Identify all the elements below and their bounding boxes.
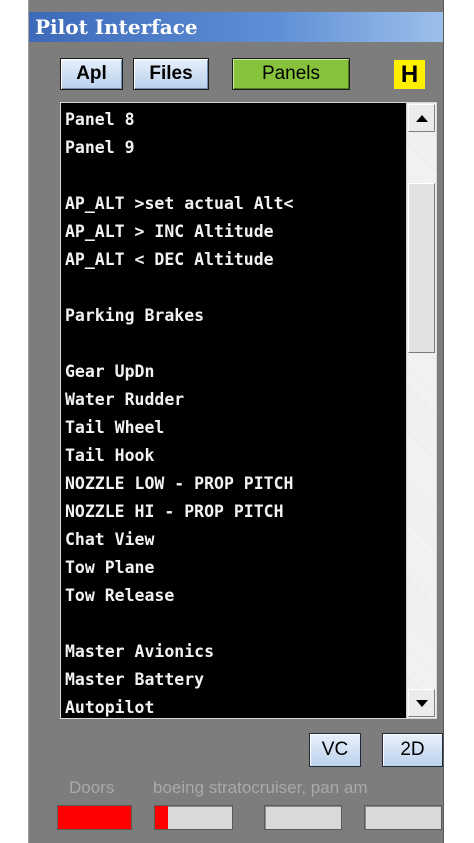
list-item[interactable]: AP_ALT < DEC Altitude xyxy=(61,246,407,274)
list-item[interactable]: Chat View xyxy=(61,526,407,554)
list-item[interactable]: Tail Wheel xyxy=(61,414,407,442)
list-item[interactable]: Tow Plane xyxy=(61,554,407,582)
list-item[interactable]: Parking Brakes xyxy=(61,302,407,330)
window-title: Pilot Interface xyxy=(29,12,443,42)
scroll-thumb[interactable] xyxy=(408,183,435,353)
scroll-up-button[interactable] xyxy=(408,104,435,132)
list-item[interactable]: Water Rudder xyxy=(61,386,407,414)
command-list-items: Panel 8 Panel 9 AP_ALT >set actual Alt< AP_… xyxy=(61,106,407,718)
doors-gauge[interactable] xyxy=(57,805,132,830)
gauge-2[interactable] xyxy=(264,805,342,830)
list-item[interactable]: AP_ALT >set actual Alt< xyxy=(61,190,407,218)
gauge-1[interactable] xyxy=(154,805,233,830)
list-item[interactable] xyxy=(61,330,407,358)
list-item[interactable] xyxy=(61,274,407,302)
gauge-3[interactable] xyxy=(364,805,442,830)
list-scrollbar[interactable] xyxy=(406,103,436,718)
apl-button[interactable]: Apl xyxy=(60,58,123,90)
files-button[interactable]: Files xyxy=(133,58,209,90)
doors-gauge-fill xyxy=(58,806,131,829)
list-item[interactable]: Tail Hook xyxy=(61,442,407,470)
list-item[interactable]: Tow Release xyxy=(61,582,407,610)
scroll-down-button[interactable] xyxy=(408,689,435,717)
2d-button[interactable]: 2D xyxy=(382,733,443,767)
panels-button[interactable]: Panels xyxy=(232,58,350,90)
aircraft-label: boeing stratocruiser, pan am xyxy=(153,778,368,797)
list-item[interactable]: Gear UpDn xyxy=(61,358,407,386)
scroll-up-arrow-icon xyxy=(415,114,428,122)
list-item[interactable] xyxy=(61,610,407,638)
list-item[interactable]: AP_ALT > INC Altitude xyxy=(61,218,407,246)
doors-label: Doors xyxy=(69,778,115,797)
list-item[interactable] xyxy=(61,162,407,190)
list-item[interactable]: Panel 8 xyxy=(61,106,407,134)
list-item[interactable]: NOZZLE LOW - PROP PITCH xyxy=(61,470,407,498)
vc-button[interactable]: VC xyxy=(309,733,361,767)
list-item[interactable]: Autopilot xyxy=(61,694,407,718)
h-badge[interactable]: H xyxy=(394,60,425,89)
scroll-down-arrow-icon xyxy=(415,699,428,707)
list-item[interactable]: Panel 9 xyxy=(61,134,407,162)
gauge-1-fill xyxy=(155,806,169,829)
list-item[interactable]: Master Battery xyxy=(61,666,407,694)
pilot-interface-window: Pilot Interface Apl Files Panels H Panel… xyxy=(28,0,444,843)
list-item[interactable]: NOZZLE HI - PROP PITCH xyxy=(61,498,407,526)
command-list[interactable]: Panel 8 Panel 9 AP_ALT >set actual Alt< AP_… xyxy=(60,102,437,719)
list-item[interactable]: Master Avionics xyxy=(61,638,407,666)
